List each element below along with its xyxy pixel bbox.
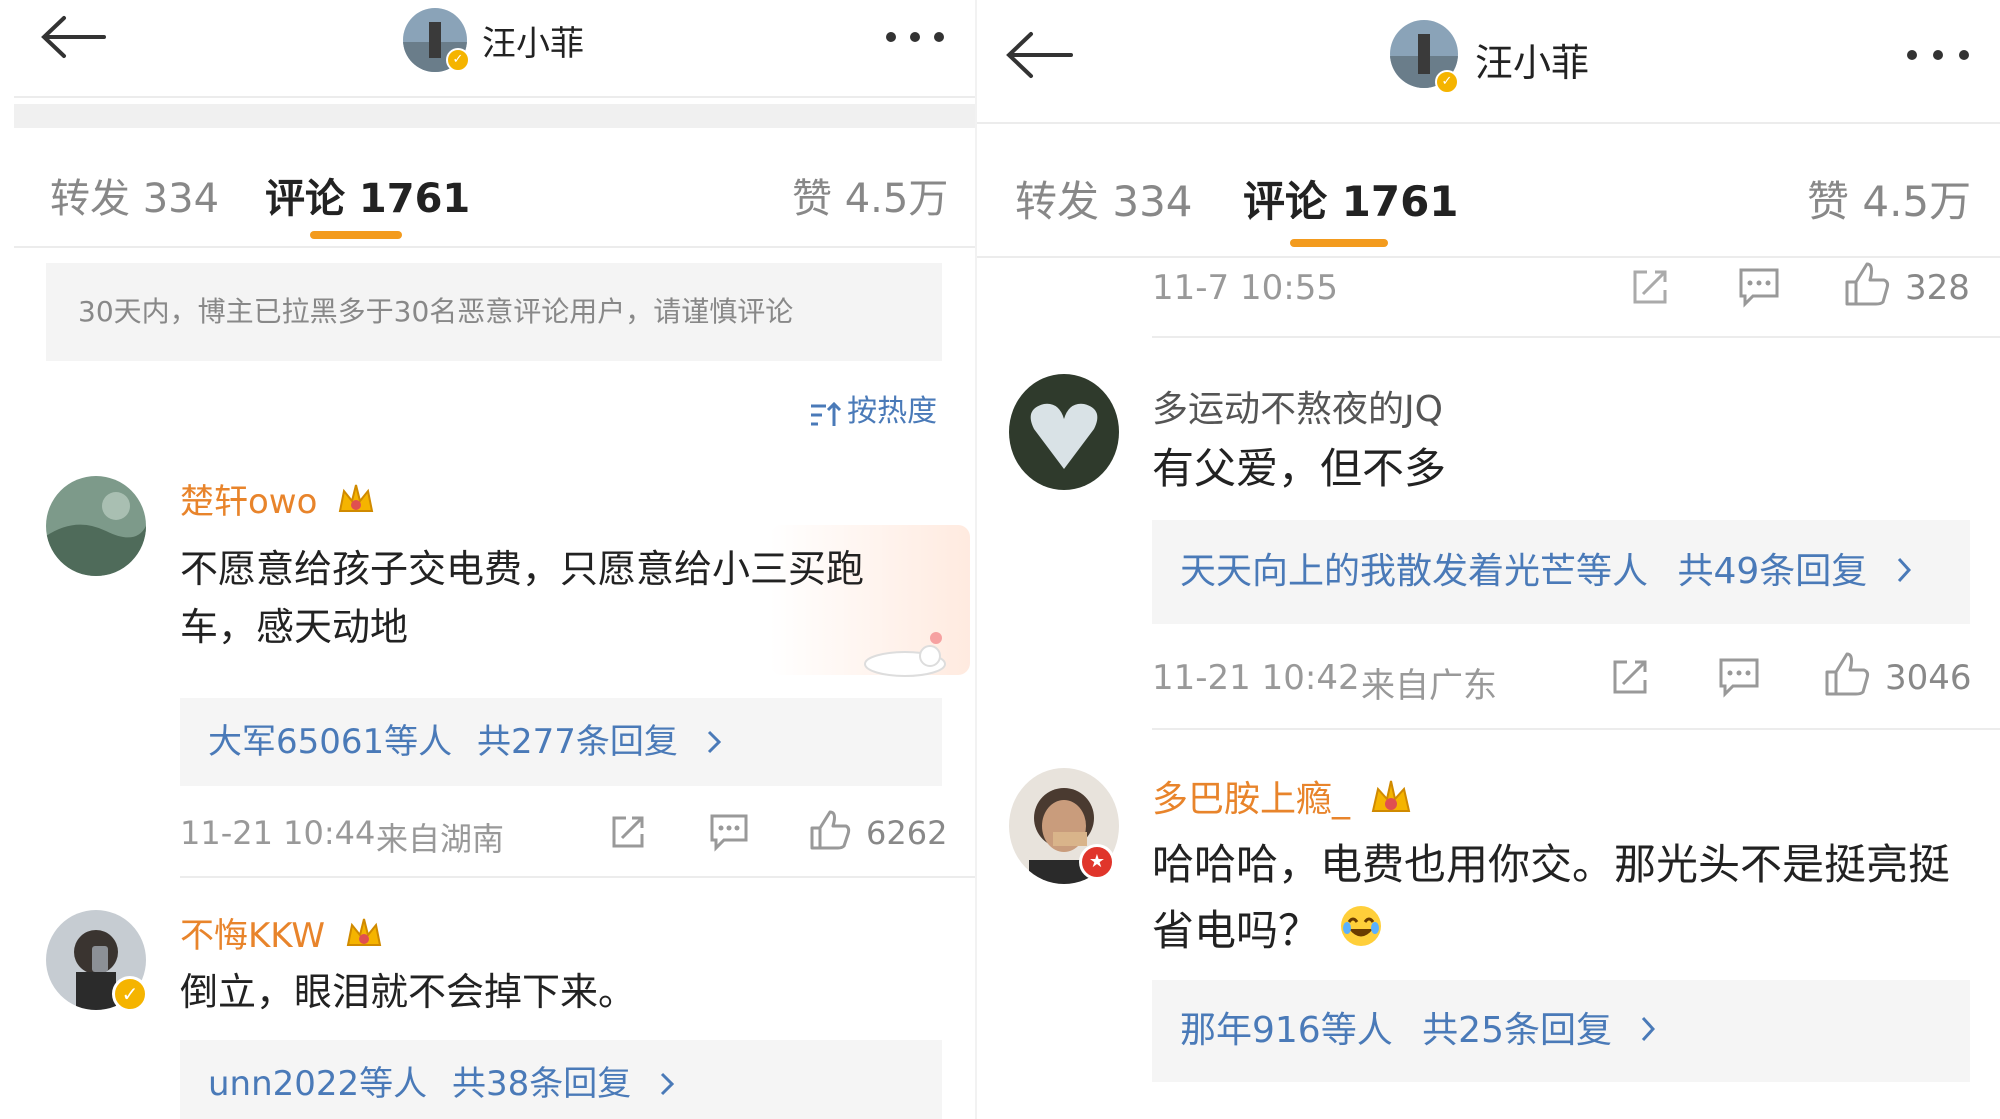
back-arrow-icon[interactable] bbox=[1003, 28, 1075, 82]
tab-comments[interactable]: 评论 1761 bbox=[265, 166, 470, 224]
edge bbox=[0, 1100, 14, 1119]
comment-location: 来自湖南 bbox=[376, 820, 505, 858]
verified-badge-icon: ✓ bbox=[112, 976, 148, 1012]
reply-count: 共25条回复 bbox=[1422, 1010, 1612, 1051]
reply-users: 天天向上的我散发着光芒等人 bbox=[1180, 551, 1649, 592]
comment-username[interactable]: 多巴胺上瘾_ bbox=[1152, 770, 1413, 826]
divider bbox=[1152, 728, 2000, 730]
tab-comments[interactable]: 评论 1761 bbox=[1243, 168, 1459, 229]
divider bbox=[180, 876, 975, 878]
back-arrow-icon[interactable] bbox=[38, 12, 108, 62]
reply-users: 那年916等人 bbox=[1180, 1010, 1393, 1051]
comment-text: 倒立，眼泪就不会掉下来。 bbox=[180, 970, 637, 1014]
panel-separator bbox=[975, 0, 977, 1119]
chevron-right-icon bbox=[1897, 521, 1911, 625]
more-icon[interactable] bbox=[884, 30, 946, 44]
like-count: 6262 bbox=[866, 814, 948, 852]
sort-icon bbox=[808, 400, 842, 434]
tab-repost[interactable]: 转发 334 bbox=[50, 166, 219, 224]
verified-badge-icon: ✓ bbox=[1435, 70, 1459, 94]
reply-summary[interactable]: 大军65061等人 共277条回复 bbox=[180, 698, 942, 786]
active-tab-indicator bbox=[310, 231, 402, 239]
comment-text-body: 哈哈哈，电费也用你交。那光头不是挺亮挺省电吗？ bbox=[1152, 840, 1951, 955]
divider bbox=[14, 96, 975, 98]
repost-icon[interactable] bbox=[1609, 656, 1651, 698]
comment-text: 有父爱，但不多 bbox=[1152, 444, 1447, 493]
reply-users: unn2022等人 bbox=[208, 1064, 428, 1104]
divider bbox=[975, 256, 2000, 258]
comment-icon[interactable] bbox=[708, 812, 750, 852]
comment-text: 哈哈哈，电费也用你交。那光头不是挺亮挺省电吗？ bbox=[1152, 832, 1972, 967]
comment-time: 11-7 10:55 bbox=[1152, 268, 1338, 308]
more-icon[interactable] bbox=[1905, 48, 1971, 62]
crown-icon bbox=[1369, 777, 1413, 826]
divider bbox=[14, 246, 975, 248]
chevron-right-icon bbox=[660, 1042, 675, 1119]
like-icon[interactable] bbox=[1843, 260, 1891, 308]
comment-time: 11-21 10:42 bbox=[1152, 658, 1360, 698]
crown-icon bbox=[344, 915, 384, 960]
reply-users: 大军65061等人 bbox=[208, 722, 453, 762]
tab-likes[interactable]: 赞 4.5万 bbox=[792, 166, 948, 224]
active-tab-indicator bbox=[1290, 239, 1388, 247]
sort-label: 按热度 bbox=[847, 394, 938, 429]
repost-icon[interactable] bbox=[608, 812, 648, 852]
comment-username[interactable]: 多运动不熬夜的JQ bbox=[1152, 380, 1443, 432]
reply-count: 共49条回复 bbox=[1677, 551, 1868, 592]
username-text: 多巴胺上瘾_ bbox=[1152, 779, 1351, 820]
comment-time: 11-21 10:44 bbox=[180, 814, 376, 852]
divider bbox=[975, 122, 2000, 124]
header-title: 汪小菲 bbox=[1475, 41, 1590, 85]
comment-icon[interactable] bbox=[1737, 266, 1781, 308]
divider bbox=[1152, 336, 2000, 338]
chevron-right-icon bbox=[1641, 981, 1656, 1083]
avatar[interactable] bbox=[1009, 374, 1119, 490]
like-count: 3046 bbox=[1885, 658, 1972, 698]
right-screenshot: ✓ 汪小菲 转发 334 评论 1761 赞 4.5万 11-7 10:55 3… bbox=[975, 0, 2000, 1119]
club-badge-icon: ★ bbox=[1079, 844, 1115, 880]
reply-count: 共277条回复 bbox=[476, 722, 678, 762]
sort-button[interactable]: 按热度 bbox=[808, 386, 937, 434]
top-bar: ✓ 汪小菲 bbox=[0, 0, 975, 96]
laugh-emoji-icon bbox=[1339, 901, 1383, 967]
like-icon[interactable] bbox=[808, 808, 852, 852]
verified-badge-icon: ✓ bbox=[446, 48, 470, 72]
gray-band bbox=[14, 104, 975, 128]
comment-location: 来自广东 bbox=[1361, 666, 1497, 706]
comment-username[interactable]: 楚轩owo bbox=[180, 474, 376, 526]
tab-likes[interactable]: 赞 4.5万 bbox=[1807, 168, 1971, 229]
header-title: 汪小菲 bbox=[482, 24, 584, 64]
crown-icon bbox=[336, 481, 376, 526]
tab-repost[interactable]: 转发 334 bbox=[1015, 168, 1193, 229]
comment-icon[interactable] bbox=[1717, 656, 1761, 698]
repost-icon[interactable] bbox=[1629, 266, 1671, 308]
like-count: 328 bbox=[1905, 268, 1970, 308]
like-icon[interactable] bbox=[1823, 650, 1871, 698]
comment-username[interactable]: 不悔KKW bbox=[180, 908, 384, 960]
reply-summary[interactable]: 那年916等人 共25条回复 bbox=[1152, 980, 1970, 1082]
username-text: 楚轩owo bbox=[180, 482, 318, 522]
left-screenshot: ✓ 汪小菲 转发 334 评论 1761 赞 4.5万 30天内，博主已拉黑多于… bbox=[0, 0, 975, 1119]
comment-text: 不愿意给孩子交电费，只愿意给小三买跑车，感天动地 bbox=[180, 547, 865, 649]
comment-notice: 30天内，博主已拉黑多于30名恶意评论用户，请谨慎评论 bbox=[46, 263, 942, 361]
reply-count: 共38条回复 bbox=[452, 1064, 632, 1104]
reply-summary[interactable]: unn2022等人 共38条回复 bbox=[180, 1040, 942, 1119]
avatar[interactable] bbox=[46, 476, 146, 576]
reply-summary[interactable]: 天天向上的我散发着光芒等人 共49条回复 bbox=[1152, 520, 1970, 624]
username-text: 不悔KKW bbox=[180, 916, 325, 956]
chevron-right-icon bbox=[707, 700, 721, 788]
